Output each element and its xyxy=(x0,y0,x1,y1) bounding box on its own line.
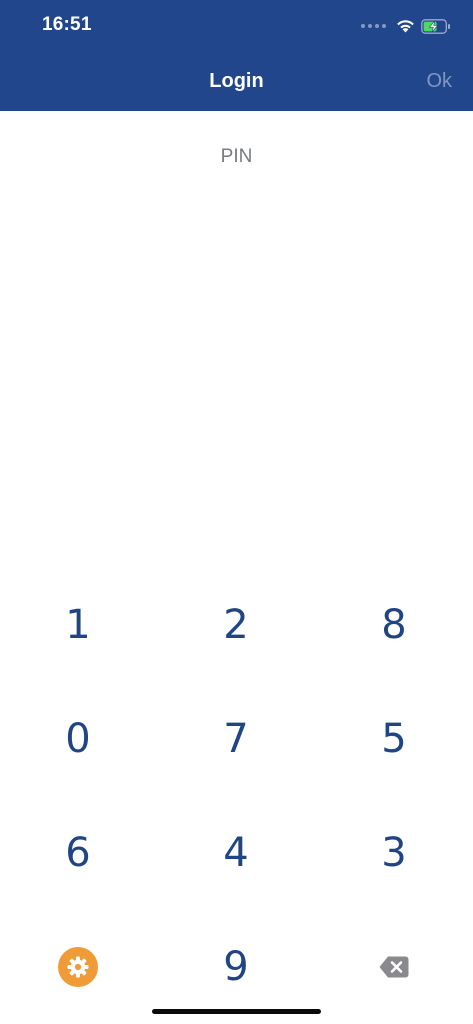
key-button[interactable]: 2 xyxy=(186,568,286,682)
key-button[interactable]: 1 xyxy=(28,568,128,682)
backspace-icon xyxy=(379,956,409,978)
keypad-row: 1 2 8 xyxy=(0,568,473,682)
pin-keypad: 1 2 8 0 7 5 6 4 3 9 xyxy=(0,568,473,1024)
key-button[interactable]: 8 xyxy=(344,568,444,682)
settings-gear-icon xyxy=(58,947,98,987)
key-button[interactable]: 9 xyxy=(186,910,286,1024)
status-time: 16:51 xyxy=(42,14,92,35)
key-button[interactable]: 3 xyxy=(344,796,444,910)
home-indicator[interactable] xyxy=(152,1009,321,1014)
login-screen: 16:51 Login Ok PIN 1 2 8 0 7 5 6 4 3 9 xyxy=(0,0,473,1024)
status-icons xyxy=(361,15,451,37)
keypad-row: 6 4 3 xyxy=(0,796,473,910)
keypad-row: 9 xyxy=(0,910,473,1024)
key-button[interactable]: 0 xyxy=(28,682,128,796)
key-button[interactable]: 6 xyxy=(28,796,128,910)
wifi-icon xyxy=(397,20,414,33)
key-button[interactable]: 7 xyxy=(186,682,286,796)
battery-charging-icon xyxy=(421,18,450,34)
backspace-button[interactable] xyxy=(344,910,444,1024)
keypad-row: 0 7 5 xyxy=(0,682,473,796)
key-button[interactable]: 4 xyxy=(186,796,286,910)
settings-button[interactable] xyxy=(28,910,128,1024)
key-button[interactable]: 5 xyxy=(344,682,444,796)
navigation-bar: 16:51 Login Ok xyxy=(0,0,473,111)
ok-button[interactable]: Ok xyxy=(426,70,452,93)
page-title: Login xyxy=(209,70,264,92)
signal-dots-icon xyxy=(361,24,386,28)
pin-label: PIN xyxy=(220,146,253,167)
